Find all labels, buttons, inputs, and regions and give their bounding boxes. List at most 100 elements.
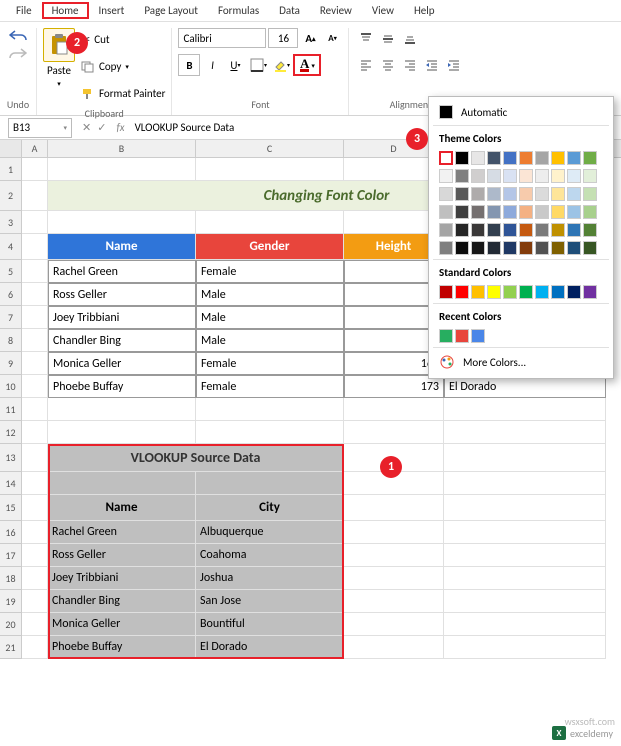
align-top-button[interactable] bbox=[355, 28, 377, 50]
menu-file[interactable]: File bbox=[6, 2, 42, 19]
align-bottom-button[interactable] bbox=[399, 28, 421, 50]
cell[interactable] bbox=[444, 521, 606, 544]
col-header-c[interactable]: C bbox=[196, 140, 344, 157]
row-header[interactable]: 3 bbox=[0, 211, 22, 234]
row-header[interactable]: 6 bbox=[0, 283, 22, 306]
menu-view[interactable]: View bbox=[362, 2, 404, 19]
color-swatch[interactable] bbox=[487, 241, 501, 255]
menu-formulas[interactable]: Formulas bbox=[208, 2, 269, 19]
cell[interactable] bbox=[48, 421, 196, 444]
color-swatch[interactable] bbox=[519, 285, 533, 299]
cut-button[interactable]: ✂Cut bbox=[81, 28, 165, 51]
color-swatch[interactable] bbox=[455, 187, 469, 201]
row-header[interactable]: 11 bbox=[0, 398, 22, 421]
color-swatch[interactable] bbox=[439, 205, 453, 219]
cell[interactable] bbox=[444, 421, 606, 444]
cell[interactable] bbox=[344, 495, 444, 521]
cell[interactable] bbox=[22, 495, 48, 521]
color-swatch[interactable] bbox=[487, 205, 501, 219]
col-header-b[interactable]: B bbox=[48, 140, 196, 157]
cell[interactable] bbox=[22, 306, 48, 329]
cell[interactable] bbox=[48, 398, 196, 421]
cell[interactable]: Monica Geller bbox=[48, 352, 196, 375]
cell[interactable] bbox=[22, 181, 48, 211]
menu-data[interactable]: Data bbox=[269, 2, 310, 19]
color-swatch[interactable] bbox=[455, 241, 469, 255]
cell[interactable] bbox=[22, 398, 48, 421]
color-swatch[interactable] bbox=[471, 241, 485, 255]
color-swatch[interactable] bbox=[567, 187, 581, 201]
color-swatch[interactable] bbox=[487, 187, 501, 201]
color-swatch[interactable] bbox=[439, 285, 453, 299]
cell[interactable] bbox=[22, 444, 48, 472]
cell[interactable] bbox=[444, 495, 606, 521]
row-header[interactable]: 20 bbox=[0, 613, 22, 636]
row-header[interactable]: 18 bbox=[0, 567, 22, 590]
color-swatch[interactable] bbox=[455, 223, 469, 237]
formula-input[interactable]: VLOOKUP Source Data bbox=[131, 121, 239, 134]
cell[interactable] bbox=[22, 260, 48, 283]
cell[interactable]: Female bbox=[196, 352, 344, 375]
color-swatch[interactable] bbox=[439, 169, 453, 183]
row-header[interactable]: 4 bbox=[0, 234, 22, 260]
cell[interactable] bbox=[444, 567, 606, 590]
cell[interactable] bbox=[22, 211, 48, 234]
cell[interactable] bbox=[22, 352, 48, 375]
color-swatch[interactable] bbox=[583, 151, 597, 165]
color-swatch[interactable] bbox=[519, 241, 533, 255]
cell[interactable]: Ross Geller bbox=[48, 283, 196, 306]
color-swatch[interactable] bbox=[551, 187, 565, 201]
underline-button[interactable]: U▾ bbox=[224, 54, 246, 76]
cell[interactable]: Phoebe Buffay bbox=[48, 375, 196, 398]
more-colors-button[interactable]: More Colors... bbox=[433, 350, 609, 374]
color-swatch[interactable] bbox=[439, 241, 453, 255]
color-swatch[interactable] bbox=[471, 285, 485, 299]
cell[interactable] bbox=[48, 211, 196, 234]
cell[interactable] bbox=[444, 544, 606, 567]
color-swatch[interactable] bbox=[439, 223, 453, 237]
format-painter-button[interactable]: Format Painter bbox=[81, 82, 165, 105]
cell[interactable]: Female bbox=[196, 260, 344, 283]
decrease-font-button[interactable]: A▾ bbox=[322, 28, 342, 48]
menu-insert[interactable]: Insert bbox=[89, 2, 135, 19]
cell[interactable]: Male bbox=[196, 306, 344, 329]
border-button[interactable]: ▾ bbox=[247, 54, 269, 76]
cancel-formula-icon[interactable]: ✕ bbox=[82, 121, 91, 134]
cell[interactable] bbox=[344, 567, 444, 590]
row-header[interactable]: 10 bbox=[0, 375, 22, 398]
automatic-color-button[interactable]: Automatic bbox=[433, 101, 609, 123]
cell[interactable] bbox=[48, 158, 196, 181]
fill-color-button[interactable]: ▾ bbox=[270, 54, 292, 76]
cell[interactable] bbox=[344, 613, 444, 636]
color-swatch[interactable] bbox=[455, 329, 469, 343]
color-swatch[interactable] bbox=[455, 151, 469, 165]
color-swatch[interactable] bbox=[567, 223, 581, 237]
paste-dropdown[interactable]: ▾ bbox=[57, 79, 61, 88]
row-header[interactable]: 7 bbox=[0, 306, 22, 329]
color-swatch[interactable] bbox=[535, 151, 549, 165]
color-swatch[interactable] bbox=[471, 187, 485, 201]
font-name-input[interactable] bbox=[178, 28, 266, 48]
color-swatch[interactable] bbox=[567, 169, 581, 183]
row-header[interactable]: 14 bbox=[0, 472, 22, 495]
cell[interactable] bbox=[444, 398, 606, 421]
indent-increase-button[interactable] bbox=[443, 54, 465, 76]
color-swatch[interactable] bbox=[487, 223, 501, 237]
color-swatch[interactable] bbox=[487, 151, 501, 165]
cell[interactable] bbox=[22, 544, 48, 567]
row-header[interactable]: 15 bbox=[0, 495, 22, 521]
cell[interactable] bbox=[22, 613, 48, 636]
fx-icon[interactable]: fx bbox=[110, 121, 130, 134]
indent-decrease-button[interactable] bbox=[421, 54, 443, 76]
row-header[interactable]: 17 bbox=[0, 544, 22, 567]
color-swatch[interactable] bbox=[567, 151, 581, 165]
color-swatch[interactable] bbox=[567, 241, 581, 255]
color-swatch[interactable] bbox=[439, 187, 453, 201]
row-header[interactable]: 21 bbox=[0, 636, 22, 659]
color-swatch[interactable] bbox=[567, 285, 581, 299]
color-swatch[interactable] bbox=[503, 241, 517, 255]
color-swatch[interactable] bbox=[471, 169, 485, 183]
cell[interactable] bbox=[22, 283, 48, 306]
cell[interactable] bbox=[344, 590, 444, 613]
row-header[interactable]: 8 bbox=[0, 329, 22, 352]
